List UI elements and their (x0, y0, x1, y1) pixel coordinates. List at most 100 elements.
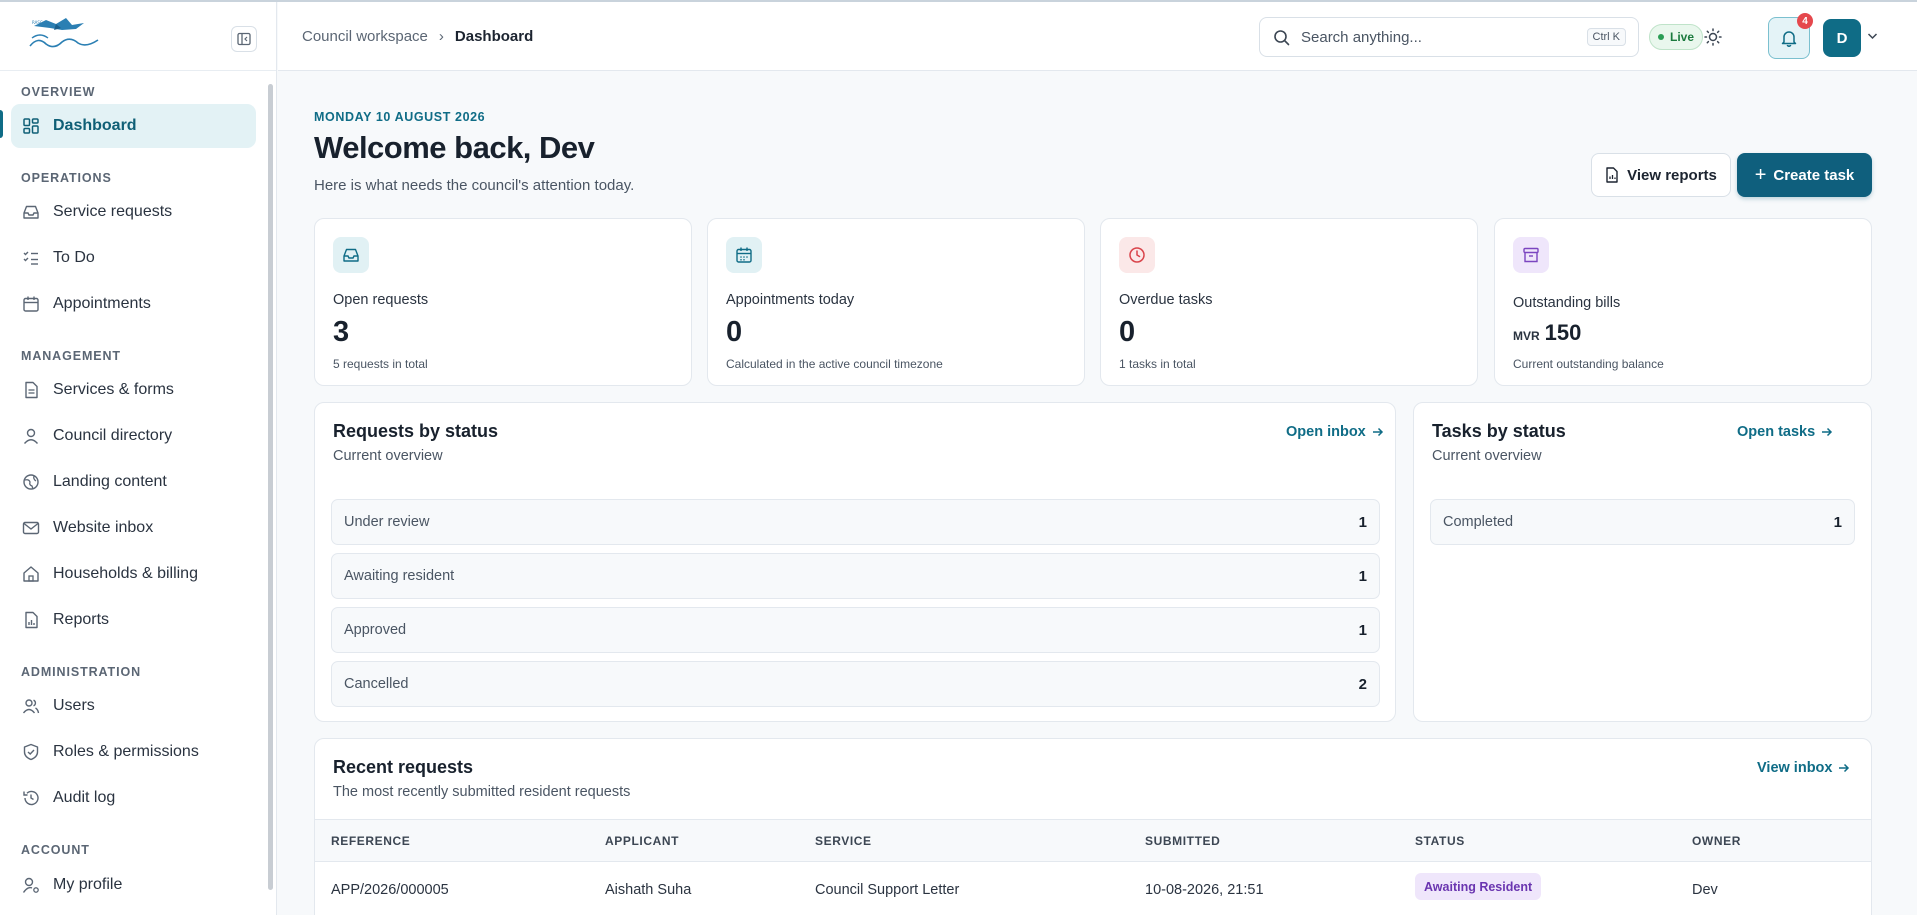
arrow-right-icon (1822, 427, 1833, 437)
view-inbox-link[interactable]: View inbox (1757, 760, 1850, 776)
inbox-icon (333, 237, 369, 273)
notifications-button[interactable]: 4 (1768, 13, 1813, 59)
sidebar-item-appointments[interactable]: Appointments (11, 282, 256, 326)
sidebar-collapse-icon (237, 32, 251, 46)
search-box[interactable]: Ctrl K (1259, 17, 1639, 57)
sun-icon (1704, 28, 1722, 46)
open-inbox-label: Open inbox (1286, 424, 1366, 440)
breadcrumb: Council workspace › Dashboard (302, 28, 533, 45)
sidebar-item-households-billing[interactable]: Households & billing (11, 552, 256, 596)
sidebar-item-label: Users (53, 697, 95, 714)
status-row-cancelled[interactable]: Cancelled 2 (331, 661, 1380, 707)
inbox-icon (23, 205, 39, 219)
sidebar-item-roles-permissions[interactable]: Roles & permissions (11, 730, 256, 774)
open-tasks-link[interactable]: Open tasks (1737, 424, 1833, 440)
column-header-owner[interactable]: OWNER (1692, 834, 1741, 848)
view-reports-button[interactable]: View reports (1591, 153, 1731, 197)
stat-card-open-requests[interactable]: Open requests 3 5 requests in total (314, 218, 692, 386)
avatar[interactable]: D (1823, 19, 1861, 57)
sidebar-item-landing-content[interactable]: Landing content (11, 460, 256, 504)
breadcrumb-parent[interactable]: Council workspace (302, 28, 428, 45)
stat-card-appointments-today[interactable]: Appointments today 0 Calculated in the a… (707, 218, 1085, 386)
sidebar-scrollbar[interactable] (268, 84, 273, 890)
sidebar-item-reports[interactable]: Reports (11, 598, 256, 642)
search-shortcut: Ctrl K (1586, 28, 1626, 46)
arrow-right-icon (1372, 427, 1383, 437)
tasks-by-status-panel: Tasks by status Current overview Open ta… (1413, 402, 1872, 722)
status-row-awaiting-resident[interactable]: Awaiting resident 1 (331, 553, 1380, 599)
table-header: REFERENCE APPLICANT SERVICE SUBMITTED ST… (315, 819, 1871, 862)
current-date: MONDAY 10 AUGUST 2026 (314, 110, 486, 124)
cell-reference[interactable]: APP/2026/000005 (331, 882, 449, 898)
column-header-reference[interactable]: REFERENCE (331, 834, 410, 848)
sidebar-item-service-requests[interactable]: Service requests (11, 190, 256, 234)
sidebar-item-my-profile[interactable]: My profile (11, 863, 256, 907)
live-badge: Live (1649, 24, 1704, 50)
stat-note: Current outstanding balance (1513, 357, 1664, 371)
create-task-label: Create task (1773, 166, 1855, 184)
panel-title: Recent requests (333, 757, 474, 777)
sidebar-item-label: Website inbox (53, 519, 154, 536)
status-count: 1 (1358, 513, 1367, 531)
globe-icon (23, 474, 39, 490)
column-header-submitted[interactable]: SUBMITTED (1145, 834, 1220, 848)
sidebar-item-label: Dashboard (53, 117, 137, 134)
chevron-down-icon[interactable] (1867, 32, 1878, 40)
stat-value: 0 (726, 316, 743, 348)
sidebar-item-label: Appointments (53, 295, 151, 312)
checklist-icon (23, 251, 38, 265)
sidebar-collapse-button[interactable] (231, 26, 257, 52)
stat-note: 1 tasks in total (1119, 357, 1196, 371)
sidebar-item-dashboard[interactable]: Dashboard (11, 104, 256, 148)
sidebar-item-services-forms[interactable]: Services & forms (11, 368, 256, 412)
column-header-service[interactable]: SERVICE (815, 834, 872, 848)
file-chart-icon (1606, 167, 1618, 183)
column-header-status[interactable]: STATUS (1415, 834, 1465, 848)
user-icon (23, 428, 39, 444)
nav-section-overview: OVERVIEW (21, 85, 96, 99)
nav-section-operations: OPERATIONS (21, 171, 112, 185)
panel-subtitle: Current overview (333, 448, 443, 464)
sidebar-item-todo[interactable]: To Do (11, 236, 256, 280)
open-tasks-label: Open tasks (1737, 424, 1816, 440)
sidebar-item-label: My profile (53, 876, 123, 893)
page-subtitle: Here is what needs the council's attenti… (314, 177, 635, 194)
view-reports-label: View reports (1627, 166, 1717, 184)
arrow-right-icon (1839, 763, 1850, 773)
dashboard-icon (23, 118, 39, 134)
sidebar-item-audit-log[interactable]: Audit log (11, 776, 256, 820)
sidebar-item-label: Roles & permissions (53, 743, 199, 760)
status-row-approved[interactable]: Approved 1 (331, 607, 1380, 653)
sidebar-item-label: Service requests (53, 203, 173, 220)
status-name: Under review (344, 514, 430, 530)
open-inbox-link[interactable]: Open inbox (1286, 424, 1384, 440)
chevron-right-icon: › (438, 28, 444, 45)
search-input[interactable] (1301, 28, 1571, 46)
stat-value: 0 (1119, 316, 1136, 348)
council-logo[interactable]: RASC (26, 16, 102, 54)
sidebar-item-website-inbox[interactable]: Website inbox (11, 506, 256, 550)
stat-card-overdue-tasks[interactable]: Overdue tasks 0 1 tasks in total (1100, 218, 1478, 386)
sidebar-item-users[interactable]: Users (11, 684, 256, 728)
status-row-under-review[interactable]: Under review 1 (331, 499, 1380, 545)
sidebar-item-council-directory[interactable]: Council directory (11, 414, 256, 458)
status-count: 1 (1833, 513, 1842, 531)
users-icon (22, 699, 40, 714)
panel-title: Tasks by status (1432, 421, 1566, 441)
theme-toggle-button[interactable] (1700, 24, 1726, 50)
stat-value: 150 (1544, 320, 1582, 345)
status-count: 2 (1358, 675, 1367, 693)
stat-value: 3 (333, 316, 350, 348)
create-task-button[interactable]: + Create task (1737, 153, 1872, 197)
calendar-icon (726, 237, 762, 273)
column-header-applicant[interactable]: APPLICANT (605, 834, 679, 848)
sidebar: RASC OVERVIEW Dashboard OPERATIONS Servi… (0, 2, 277, 915)
sidebar-item-label: Council directory (53, 427, 173, 444)
status-row-completed[interactable]: Completed 1 (1430, 499, 1855, 545)
recent-requests-panel: Recent requests The most recently submit… (314, 738, 1872, 915)
live-dot-icon (1658, 34, 1664, 40)
stat-card-outstanding-bills[interactable]: Outstanding bills MVR 150 Current outsta… (1494, 218, 1872, 386)
status-count: 1 (1358, 621, 1367, 639)
panel-subtitle: The most recently submitted resident req… (333, 784, 631, 800)
sidebar-item-label: Households & billing (53, 565, 198, 582)
